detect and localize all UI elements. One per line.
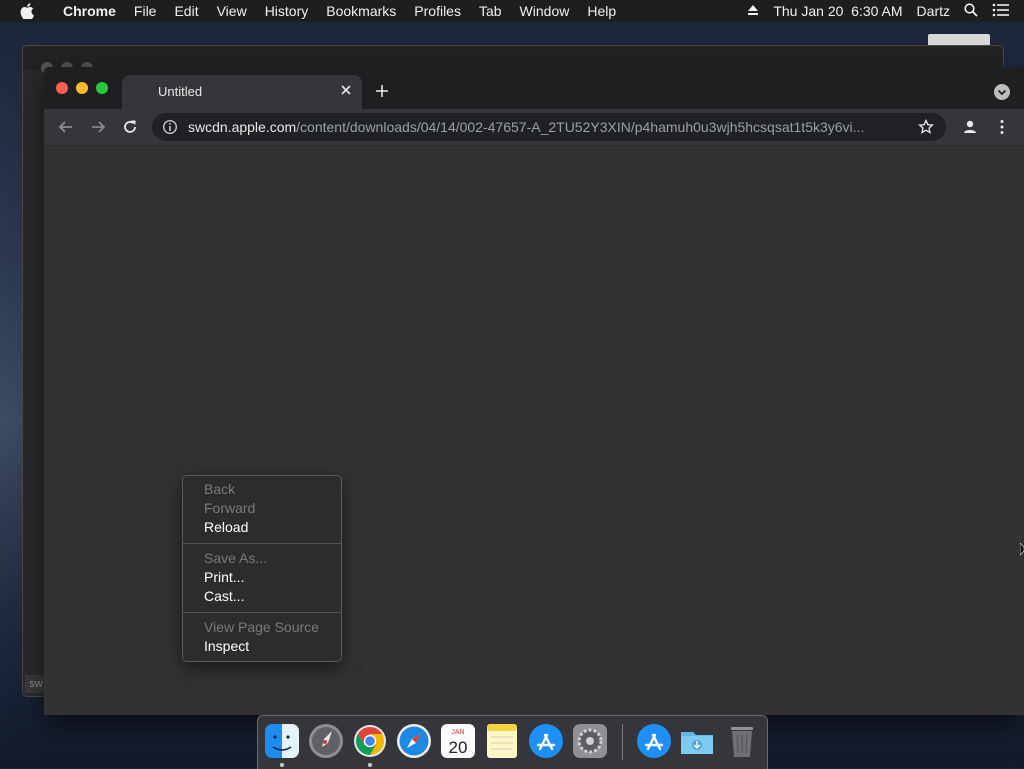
menubar-clock[interactable]: Thu Jan 20 6:30 AM [773,3,902,19]
menu-help[interactable]: Help [578,0,625,22]
menu-bookmarks[interactable]: Bookmarks [317,0,405,22]
context-menu-reload[interactable]: Reload [204,518,248,537]
tab-title: Untitled [158,84,203,99]
mouse-cursor-icon [1019,542,1024,559]
close-icon[interactable] [338,82,354,98]
context-menu-view-page-source: View Page Source [204,619,319,635]
profile-avatar-icon[interactable] [961,118,979,136]
eject-icon[interactable] [747,3,759,19]
menu-tab[interactable]: Tab [470,0,511,22]
more-menu-kebab-icon[interactable] [993,118,1011,136]
notes-icon[interactable] [484,723,520,759]
tab-untitled[interactable]: Untitled [122,75,362,109]
running-indicator [368,763,372,767]
menu-separator [183,612,341,613]
context-menu: Back Forward Reload Save As... Print... … [182,475,342,662]
menu-view[interactable]: View [208,0,256,22]
url-path: /content/downloads/04/14/002-47657-A_2TU… [296,119,865,135]
window-close-button[interactable] [56,82,68,94]
menu-file[interactable]: File [125,0,166,22]
context-menu-inspect[interactable]: Inspect [204,637,249,656]
url-host: swcdn.apple.com [188,119,297,135]
downloads-folder-icon[interactable] [679,723,715,759]
context-menu-forward: Forward [204,500,256,516]
calendar-icon[interactable]: JAN 20 [440,723,476,759]
menubar-user[interactable]: Dartz [917,3,950,19]
forward-arrow-icon[interactable] [89,118,107,136]
dock: JAN 20 [257,715,768,769]
dock-divider [622,724,623,760]
site-info-icon[interactable] [162,119,178,135]
launchpad-icon[interactable] [308,723,344,759]
window-minimize-button[interactable] [76,82,88,94]
context-menu-print[interactable]: Print... [204,568,244,587]
context-menu-cast[interactable]: Cast... [204,587,244,606]
address-bar[interactable]: swcdn.apple.com/content/downloads/04/14/… [152,113,946,141]
app-store-icon[interactable] [636,723,672,759]
apple-icon[interactable] [20,3,36,19]
spotlight-search-icon[interactable] [964,2,978,20]
menu-window[interactable]: Window [511,0,579,22]
menu-bar: Chrome File Edit View History Bookmarks … [0,0,1024,22]
calendar-month: JAN [451,729,464,736]
menu-app-chrome[interactable]: Chrome [54,0,125,22]
safari-icon[interactable] [396,723,432,759]
browser-toolbar: swcdn.apple.com/content/downloads/04/14/… [44,109,1024,146]
calendar-day: 20 [449,738,468,757]
running-indicator [280,763,284,767]
address-url[interactable]: swcdn.apple.com/content/downloads/04/14/… [188,119,908,135]
system-preferences-icon[interactable] [572,723,608,759]
control-center-icon[interactable] [992,3,1010,20]
app-store-icon[interactable] [528,723,564,759]
menu-history[interactable]: History [256,0,318,22]
back-arrow-icon[interactable] [57,118,75,136]
menu-profiles[interactable]: Profiles [405,0,470,22]
window-maximize-button[interactable] [96,82,108,94]
context-menu-save-as: Save As... [204,550,268,566]
bookmark-star-icon[interactable] [918,118,934,135]
reload-icon[interactable] [121,118,139,136]
tab-search-chevron-down-icon[interactable] [994,84,1010,100]
context-menu-back: Back [204,481,236,497]
finder-icon[interactable] [264,723,300,759]
menu-edit[interactable]: Edit [165,0,207,22]
trash-icon[interactable] [724,723,760,759]
tab-strip: Untitled [44,67,1024,109]
menu-separator [183,543,341,544]
new-tab-plus-icon[interactable] [374,83,390,99]
chrome-icon[interactable] [352,723,388,759]
